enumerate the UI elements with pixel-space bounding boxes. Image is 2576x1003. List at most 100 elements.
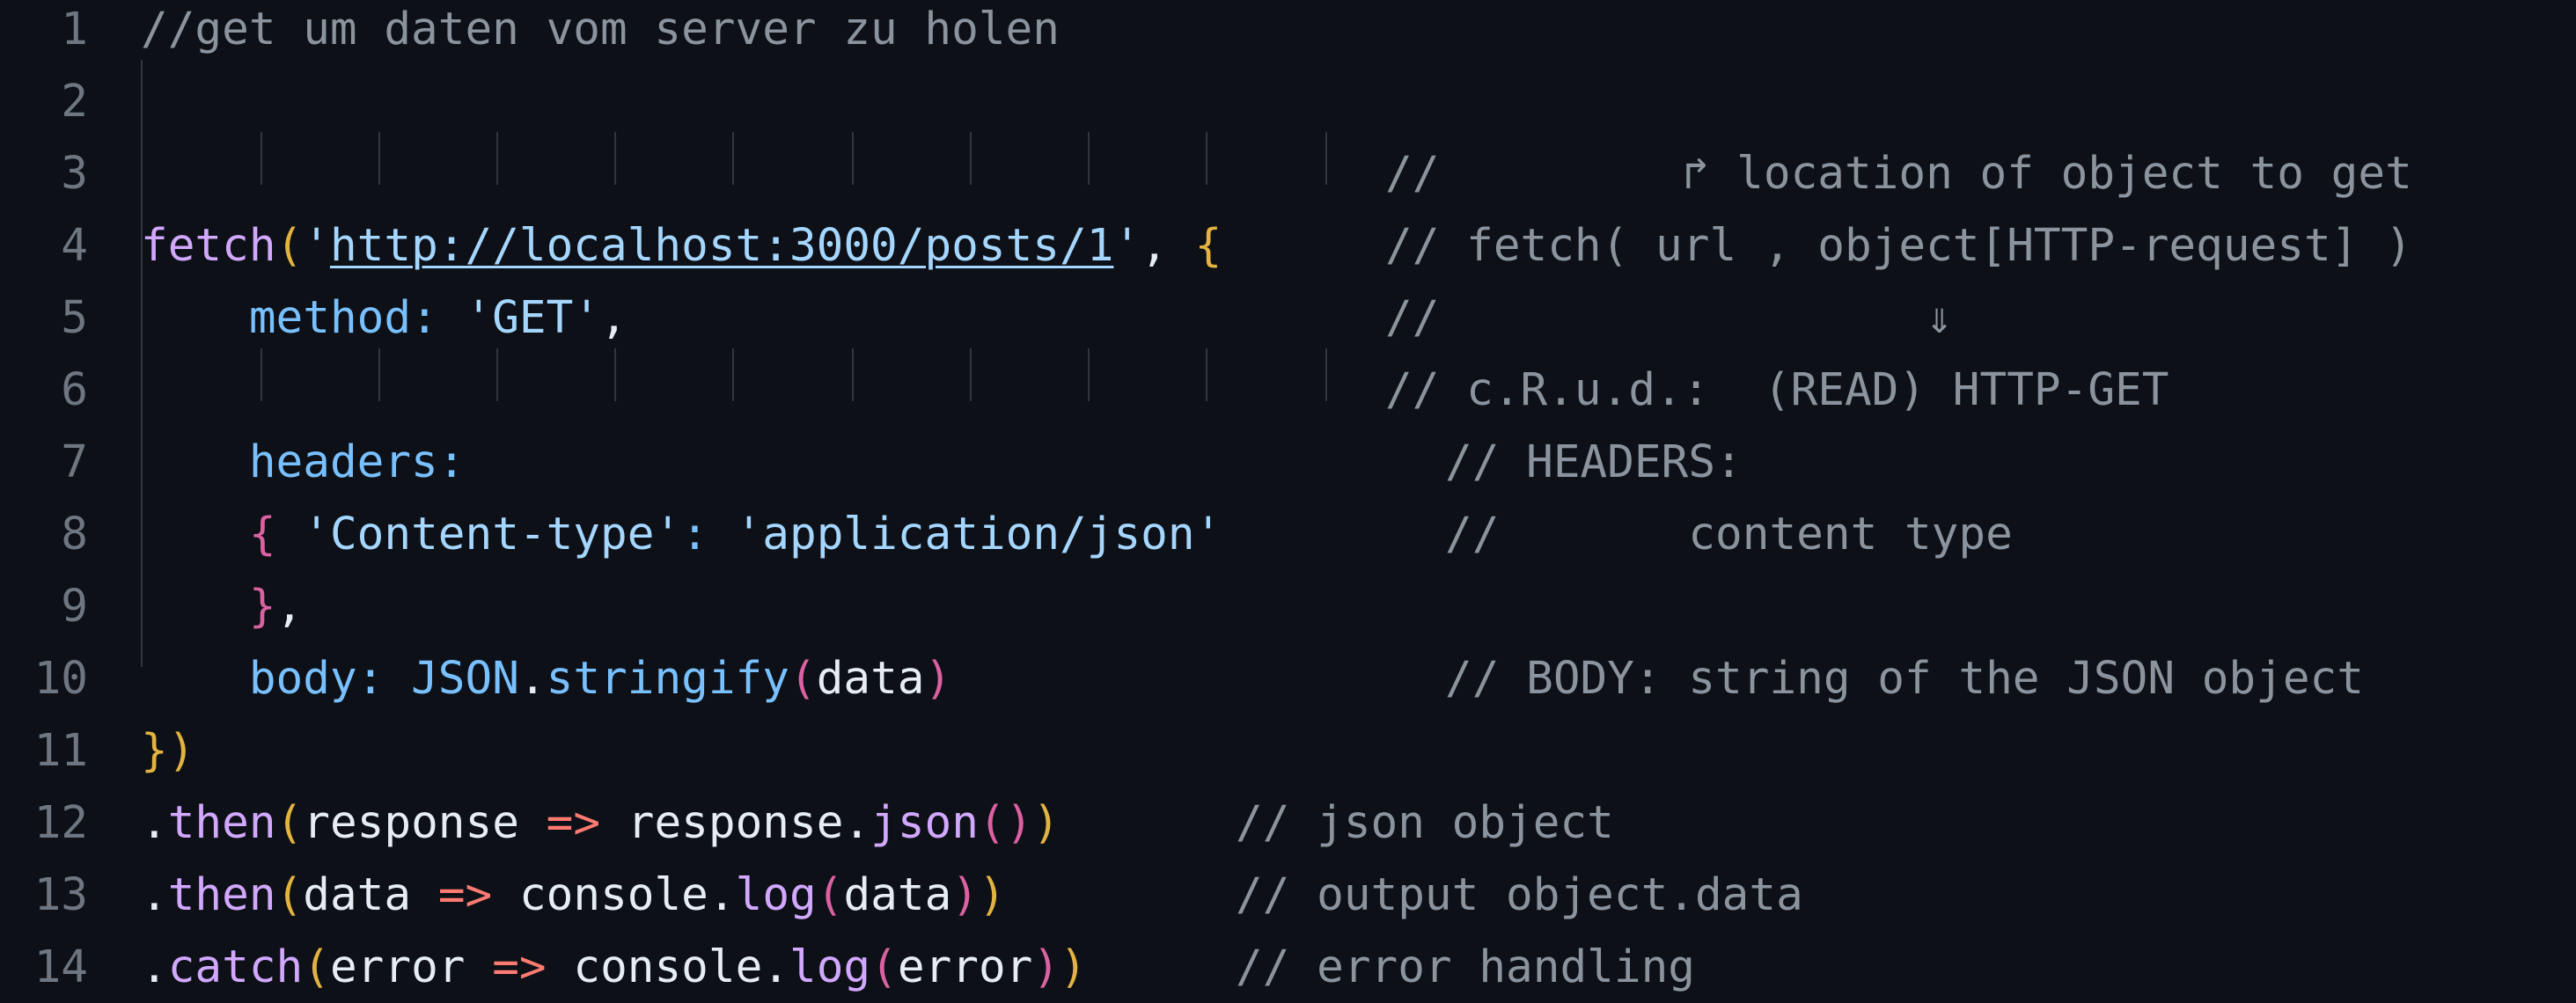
bracket: ) <box>167 725 195 777</box>
bracket: ) <box>1032 941 1060 993</box>
bracket: ( <box>275 869 304 921</box>
property-key: headers: <box>248 436 466 488</box>
property-key: body: <box>248 653 385 705</box>
line-number: 10 <box>33 653 88 705</box>
line-number: 2 <box>61 76 88 128</box>
code-comment: // c.R.u.d.: (READ) HTTP-GET <box>1385 364 2169 416</box>
code-content: method: 'GET', <box>141 292 627 345</box>
code-content: .then(data => console.log(data)) <box>141 869 1006 922</box>
code-line[interactable]: 4 fetch('http://localhost:3000/posts/1',… <box>0 209 2576 282</box>
argument: data <box>843 869 952 921</box>
line-number: 8 <box>61 509 88 560</box>
object-name: JSON <box>411 653 519 705</box>
line-number: 4 <box>61 220 88 272</box>
code-comment: // BODY: string of the JSON object <box>1445 653 2364 705</box>
code-line[interactable]: 9 }, <box>0 570 2576 642</box>
string-value: 'application/json' <box>735 509 1222 560</box>
punctuation: , <box>275 581 304 633</box>
code-content: { 'Content-type': 'application/json' <box>141 509 1222 561</box>
punctuation: . <box>708 869 736 921</box>
code-line[interactable]: 3 // ↱ location of object to get <box>0 137 2576 209</box>
code-content: body: JSON.stringify(data) <box>141 653 951 706</box>
punctuation: . <box>518 653 547 705</box>
bracket: } <box>248 581 276 633</box>
method-name: then <box>167 869 276 921</box>
method-name: stringify <box>546 653 789 705</box>
method-name: then <box>167 797 276 849</box>
code-editor[interactable]: 1 //get um daten vom server zu holen 2 3… <box>0 0 2576 993</box>
arrow-operator: => <box>492 941 547 993</box>
code-line[interactable]: 12 .then(response => response.json()) //… <box>0 787 2576 859</box>
argument: data <box>816 653 925 705</box>
property-key: method: <box>248 292 438 344</box>
code-line[interactable]: 11 }) <box>0 714 2576 787</box>
code-comment: // ⇓ <box>1385 292 1953 344</box>
code-comment: // ↱ location of object to get <box>1385 148 2412 200</box>
method-name: json <box>870 797 979 849</box>
line-number: 14 <box>33 941 88 993</box>
line-number: 13 <box>33 869 88 921</box>
code-comment: // json object <box>1236 797 1614 849</box>
parameter: response <box>303 797 519 849</box>
bracket: ( <box>789 653 817 705</box>
code-comment: //get um daten vom server zu holen <box>141 4 1060 55</box>
url-link[interactable]: http://localhost:3000/posts/1 <box>330 220 1113 272</box>
code-line[interactable]: 14 .catch(error => console.log(error)) /… <box>0 931 2576 1003</box>
code-content: .catch(error => console.log(error)) <box>141 941 1087 994</box>
line-number: 11 <box>33 725 88 777</box>
string-value: 'GET' <box>465 292 601 344</box>
punctuation: , <box>600 292 627 344</box>
code-comment: // fetch( url , object[HTTP-request] ) <box>1385 220 2412 272</box>
bracket: ( <box>303 941 330 993</box>
bracket: } <box>141 725 168 777</box>
method-name: catch <box>167 941 304 993</box>
line-number: 6 <box>61 364 88 416</box>
argument: error <box>897 941 1033 993</box>
code-comment: // content type <box>1445 509 2013 560</box>
line-number: 5 <box>61 292 88 344</box>
line-number: 12 <box>33 797 88 849</box>
code-line[interactable]: 1 //get um daten vom server zu holen <box>0 0 2576 65</box>
bracket: ) <box>979 869 1006 921</box>
line-number: 3 <box>61 148 88 200</box>
code-content: headers: <box>141 436 466 489</box>
punctuation: , <box>1141 220 1168 272</box>
bracket: { <box>1194 220 1222 272</box>
string-quote: ' <box>303 220 330 272</box>
arrow-operator: => <box>437 869 493 921</box>
code-comment: // HEADERS: <box>1445 436 1743 488</box>
string-quote: ' <box>1113 220 1141 272</box>
object-name: console <box>573 941 763 993</box>
parameter: data <box>303 869 412 921</box>
line-number: 9 <box>61 581 88 633</box>
line-number: 1 <box>61 4 88 55</box>
punctuation: . <box>141 797 168 849</box>
code-line[interactable]: 2 <box>0 65 2576 137</box>
bracket: ( <box>275 220 304 272</box>
arrow-operator: => <box>546 797 601 849</box>
method-name: log <box>789 941 871 993</box>
code-content: .then(response => response.json()) <box>141 797 1060 850</box>
bracket: () <box>978 797 1033 849</box>
code-line[interactable]: 10 body: JSON.stringify(data) // BODY: s… <box>0 642 2576 714</box>
code-line[interactable]: 7 headers: // HEADERS: <box>0 426 2576 498</box>
parameter: error <box>329 941 466 993</box>
code-line[interactable]: 8 { 'Content-type': 'application/json' /… <box>0 498 2576 570</box>
punctuation: : <box>681 509 708 560</box>
string-key: 'Content-type' <box>303 509 682 560</box>
bracket: ( <box>870 941 898 993</box>
bracket: ) <box>1060 941 1087 993</box>
punctuation: . <box>762 941 790 993</box>
line-number: 7 <box>61 436 88 488</box>
bracket: ( <box>275 797 304 849</box>
code-content: }) <box>141 725 194 778</box>
code-line[interactable]: 5 method: 'GET', // ⇓ <box>0 282 2576 354</box>
bracket: ) <box>924 653 952 705</box>
bracket: ) <box>1032 797 1060 849</box>
object-name: console <box>518 869 708 921</box>
code-comment: // output object.data <box>1236 869 1803 921</box>
code-line[interactable]: 6 // c.R.u.d.: (READ) HTTP-GET <box>0 354 2576 426</box>
bracket: ) <box>951 869 979 921</box>
code-line[interactable]: 13 .then(data => console.log(data)) // o… <box>0 859 2576 931</box>
bracket: ( <box>816 869 844 921</box>
